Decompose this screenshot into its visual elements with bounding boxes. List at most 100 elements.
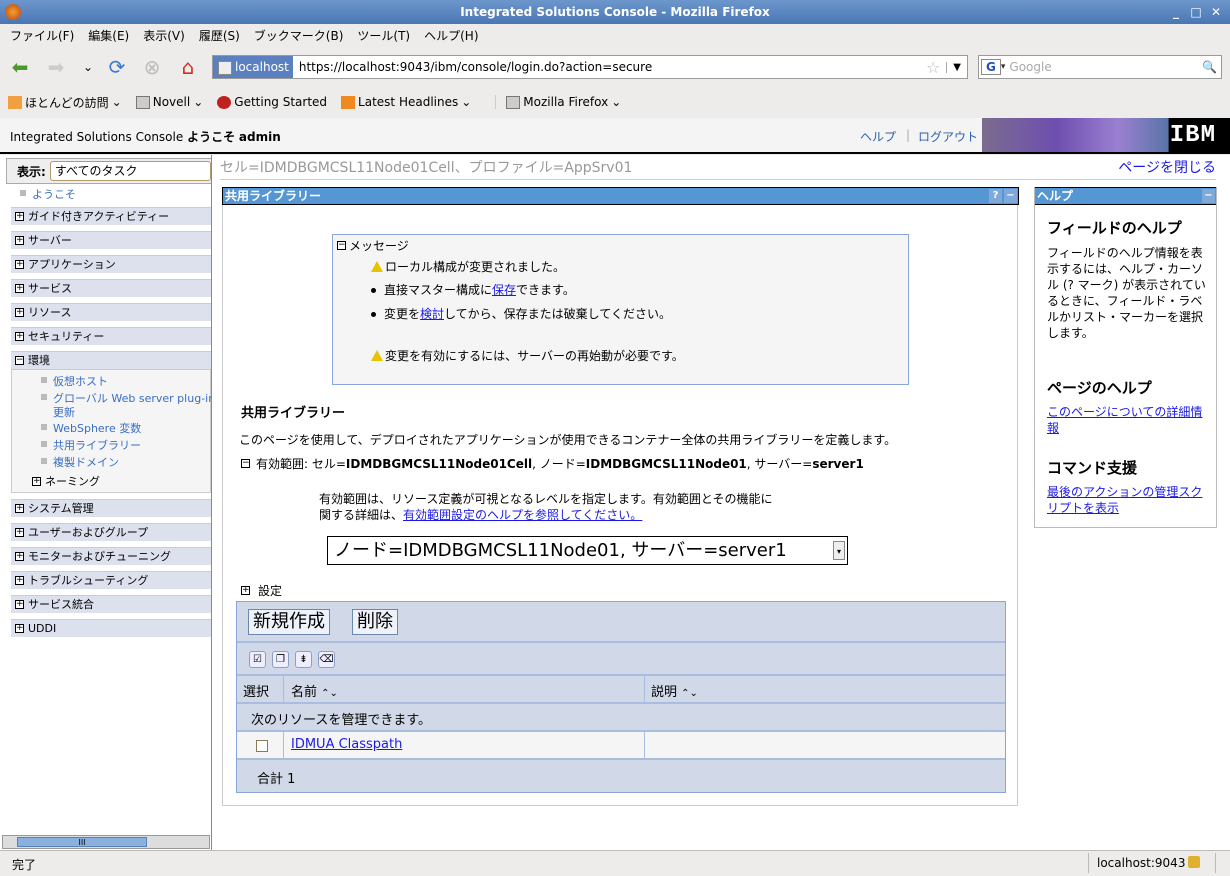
bookmark-novell[interactable]: Novell ⌄ [135,95,203,109]
nav-section-service-integration[interactable]: + サービス統合 [11,595,211,613]
minimize-portlet-icon[interactable]: − [1004,189,1017,203]
welcome-text: ようこそ [187,130,236,144]
nav-section-guided-activities[interactable]: + ガイド付きアクティビティー [11,207,211,225]
expand-icon: + [241,585,250,595]
horizontal-scrollbar[interactable]: III [2,835,210,849]
sort-icon[interactable]: ⌃⌄ [321,688,338,699]
portlet-title: 共用ライブラリー [225,189,322,203]
engine-dropdown-icon[interactable]: ▾ [1001,62,1010,72]
total-count: 合計 1 [257,772,296,787]
row-checkbox[interactable] [256,740,268,752]
collapse-icon: − [241,458,250,468]
nav-section-applications[interactable]: + アプリケーション [11,255,211,273]
scope-help-link[interactable]: 有効範囲設定のヘルプを参照してください。 [403,508,642,522]
close-window-button[interactable]: ✕ [1208,4,1224,20]
nav-naming[interactable]: + ネーミング [32,473,100,489]
nav-section-uddi[interactable]: + UDDI [11,619,211,637]
search-input[interactable]: Google [1009,60,1202,74]
scrollbar-thumb[interactable]: III [17,837,147,847]
page-help-link[interactable]: このページについての詳細情報 [1047,405,1202,435]
messages-toggle[interactable]: − メッセージ [337,237,409,254]
star-icon[interactable]: ☆ [920,58,946,77]
url-input[interactable]: https://localhost:9043/ibm/console/login… [293,60,920,74]
nav-section-security[interactable]: + セキュリティー [11,327,211,345]
menu-edit[interactable]: 編集(E) [88,27,129,44]
dropdown-arrow-icon: ▾ [833,541,845,560]
menu-history[interactable]: 履歴(S) [199,27,240,44]
expand-icon: + [15,307,24,317]
library-name-link[interactable]: IDMUA Classpath [291,737,402,752]
nav-section-servers[interactable]: + サーバー [11,231,211,249]
expand-icon: + [15,283,24,293]
header-help-link[interactable]: ヘルプ [860,128,896,145]
message-restart-required: 変更を有効にするには、サーバーの再始動が必要です。 [385,349,684,363]
bookmark-mozilla-firefox[interactable]: Mozilla Firefox ⌄ [495,95,621,109]
nav-websphere-variables[interactable]: WebSphere 変数 [40,420,141,436]
bullet [371,288,376,293]
nav-section-environment[interactable]: − 環境 [11,351,211,369]
nav-virtual-hosts[interactable]: 仮想ホスト [41,373,108,389]
history-dropdown-icon[interactable]: ⌄ [76,55,100,79]
nav-section-services[interactable]: + サービス [11,279,211,297]
nav-shared-libraries[interactable]: 共用ライブラリー [41,437,141,453]
back-icon[interactable]: ⬅ [8,55,32,79]
column-name[interactable]: 名前 ⌃⌄ [291,681,338,700]
scope-select[interactable]: ノード=IDMDBGMCSL11Node01, サーバー=server1 ▾ [327,536,848,565]
search-icon[interactable]: 🔍 [1202,60,1221,74]
expand-icon: + [15,211,24,221]
bookmark-latest-headlines[interactable]: Latest Headlines ⌄ [341,95,471,109]
logout-link[interactable]: ログアウト [918,128,978,145]
nav-global-plugin-cont[interactable]: 更新 [53,404,75,420]
nav-replication-domains[interactable]: 複製ドメイン [41,454,119,470]
nav-section-troubleshooting[interactable]: + トラブルシューティング [11,571,211,589]
menu-help[interactable]: ヘルプ(H) [424,27,478,44]
minimize-button[interactable]: _ [1168,4,1184,20]
nav-section-monitoring[interactable]: + モニターおよびチューニング [11,547,211,565]
bookmark-most-visited[interactable]: ほとんどの訪問 ⌄ [8,94,122,111]
deselect-all-icon[interactable]: ❐ [272,651,289,668]
menu-tools[interactable]: ツール(T) [357,27,410,44]
delete-button[interactable]: 削除 [352,609,398,635]
save-link[interactable]: 保存 [492,283,516,297]
sort-icon[interactable]: ⌃⌄ [681,688,698,699]
expand-icon: + [15,235,24,245]
help-icon[interactable]: ? [989,189,1002,203]
folder-icon [8,95,22,109]
nav-section-system-admin[interactable]: + システム管理 [11,499,211,517]
forward-icon[interactable]: ➡ [44,55,68,79]
stop-icon[interactable]: ⊗ [140,55,164,79]
clear-filter-icon[interactable]: ⌫ [318,651,335,668]
nav-global-plugin[interactable]: グローバル Web server plug-in [40,390,211,406]
reload-icon[interactable]: ⟳ [105,55,129,79]
nav-welcome-link[interactable]: ようこそ [20,186,76,202]
expand-icon: + [15,551,24,561]
scope-toggle[interactable]: − 有効範囲: セル=IDMDBGMCSL11Node01Cell, ノード=ID… [241,455,864,472]
view-select[interactable]: すべてのタスク [49,161,211,181]
google-icon[interactable]: G [981,59,1001,75]
command-script-link[interactable]: 最後のアクションの管理スクリプトを表示 [1047,485,1202,515]
site-identity-button[interactable]: localhost [213,56,293,78]
maximize-button[interactable]: □ [1188,4,1204,20]
settings-toggle[interactable]: + 設定 [241,582,282,599]
bookmark-getting-started[interactable]: Getting Started [217,95,327,109]
home-icon[interactable]: ⌂ [176,55,200,79]
warning-icon [371,350,383,361]
nav-section-users-groups[interactable]: + ユーザーおよびグループ [11,523,211,541]
new-button[interactable]: 新規作成 [248,609,330,635]
url-dropdown-icon[interactable]: ▼ [946,61,967,73]
review-link[interactable]: 検討 [420,307,444,321]
lock-icon[interactable] [1188,856,1200,868]
menu-bookmarks[interactable]: ブックマーク(B) [254,27,344,44]
select-all-icon[interactable]: ☑ [249,651,266,668]
message-box: − メッセージ ローカル構成が変更されました。 直接マスター構成に保存できます。 … [332,234,909,385]
nav-section-resources[interactable]: + リソース [11,303,211,321]
show-filter-icon[interactable]: ⇟ [295,651,312,668]
url-bar[interactable]: localhost https://localhost:9043/ibm/con… [212,55,968,79]
close-page-link[interactable]: ページを閉じる [1118,157,1216,177]
column-select: 選択 [243,685,270,700]
search-bar[interactable]: G ▾ Google 🔍 [978,55,1222,79]
menu-file[interactable]: ファイル(F) [10,27,74,44]
column-description[interactable]: 説明 ⌃⌄ [651,681,698,700]
menu-view[interactable]: 表示(V) [143,27,185,44]
scope-description: 有効範囲は、リソース定義が可視となるレベルを指定します。有効範囲とその機能に [319,492,773,506]
